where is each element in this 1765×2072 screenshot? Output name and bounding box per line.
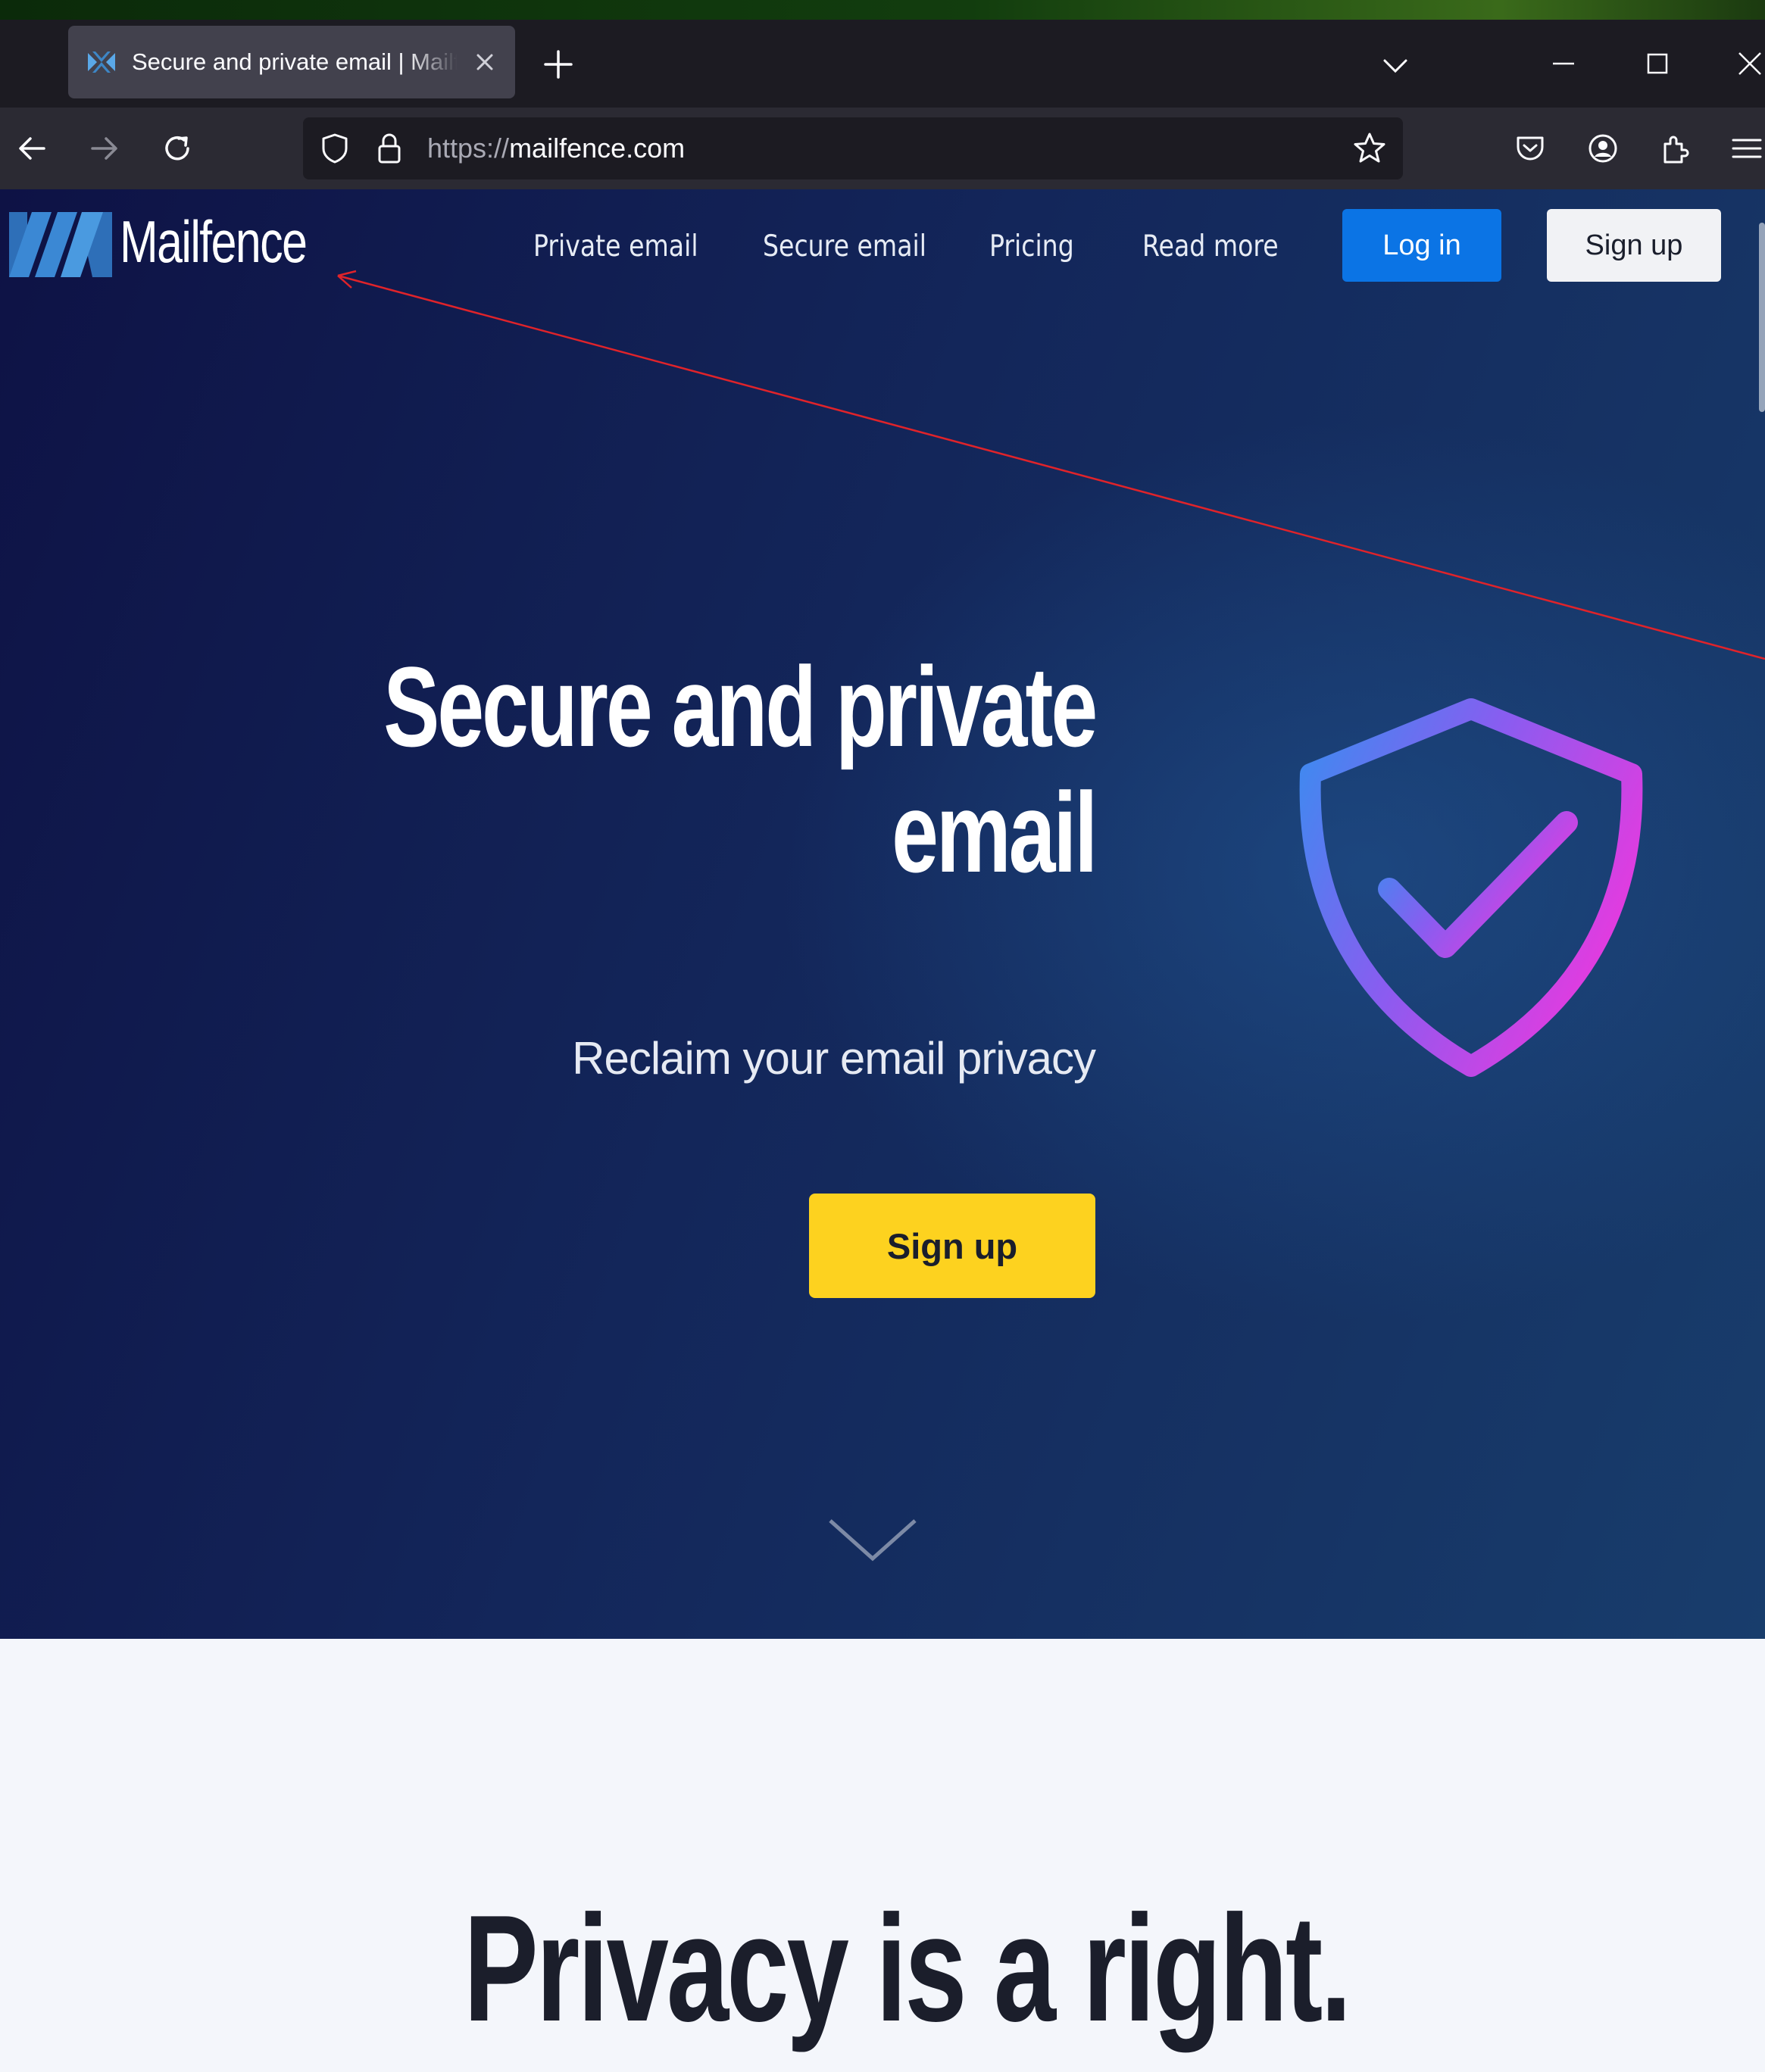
close-icon[interactable]	[1733, 47, 1765, 80]
nav-secure-email-link[interactable]: Secure email	[763, 232, 926, 261]
hero-title: Secure and private email	[383, 643, 1098, 896]
close-icon[interactable]	[471, 48, 498, 76]
forward-arrow-icon[interactable]	[86, 130, 123, 167]
url-text[interactable]: https://mailfence.com	[427, 117, 685, 179]
shield-check-icon	[1289, 689, 1653, 1083]
nav-pricing-link[interactable]: Pricing	[989, 232, 1074, 261]
hero-subtitle: Reclaim your email privacy	[572, 1033, 1096, 1084]
signup-button-header[interactable]: Sign up	[1547, 209, 1721, 282]
url-bar[interactable]: https://mailfence.com	[303, 117, 1403, 179]
url-scheme: https://	[427, 133, 510, 164]
chevron-down-icon[interactable]	[826, 1513, 920, 1566]
tracking-shield-icon[interactable]	[317, 130, 353, 167]
page-scrollbar[interactable]	[1759, 223, 1765, 412]
logo-text: Mailfence	[120, 208, 308, 275]
bookmark-star-icon[interactable]	[1351, 130, 1388, 167]
reload-icon[interactable]	[159, 130, 195, 167]
extensions-icon[interactable]	[1657, 130, 1694, 167]
hero-title-line1: Secure and private	[383, 643, 1098, 770]
back-arrow-icon[interactable]	[14, 130, 50, 167]
hero-title-line2: email	[891, 769, 1098, 896]
tab-bar: Secure and private email | Mailfence	[0, 20, 1765, 108]
page-viewport: Mailfence Private email Secure email Pri…	[0, 189, 1765, 2072]
signup-cta-button[interactable]: Sign up	[809, 1194, 1095, 1298]
mailfence-favicon-icon	[85, 45, 118, 79]
maximize-icon[interactable]	[1641, 47, 1674, 80]
hero-section: Mailfence Private email Secure email Pri…	[0, 189, 1765, 1639]
menu-icon[interactable]	[1729, 130, 1765, 167]
desktop-wallpaper-strip	[0, 0, 1765, 20]
plus-icon[interactable]	[541, 47, 576, 82]
privacy-section: Privacy is a right.	[0, 1639, 1765, 2072]
navigation-toolbar: https://mailfence.com	[0, 108, 1765, 189]
tab-title: Secure and private email | Mailfence	[132, 48, 458, 75]
nav-read-more-link[interactable]: Read more	[1142, 232, 1279, 261]
nav-private-email-link[interactable]: Private email	[533, 232, 698, 261]
lock-icon[interactable]	[371, 130, 408, 167]
url-host: mailfence.com	[509, 133, 686, 164]
login-button[interactable]: Log in	[1342, 209, 1501, 282]
pocket-icon[interactable]	[1512, 130, 1548, 167]
chevron-down-icon[interactable]	[1380, 50, 1410, 80]
tab-mailfence[interactable]: Secure and private email | Mailfence	[68, 26, 515, 98]
minimize-icon[interactable]	[1548, 48, 1579, 79]
mailfence-logo-icon	[9, 212, 112, 277]
account-icon[interactable]	[1585, 130, 1621, 167]
section-title: Privacy is a right.	[464, 1884, 1351, 2053]
